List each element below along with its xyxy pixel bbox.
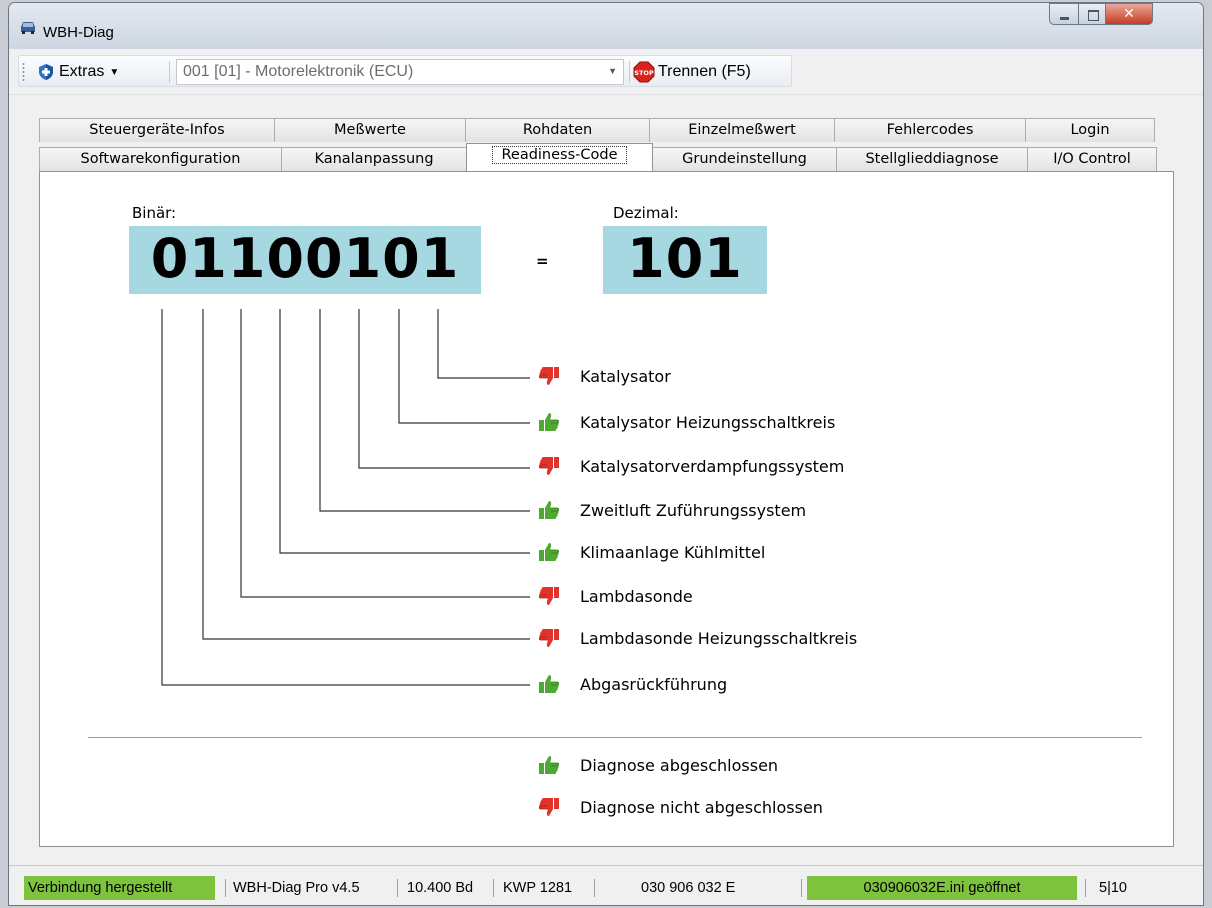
readiness-item-label: Lambdasonde [580,587,693,606]
connector-line [319,309,530,512]
readiness-item-label: Katalysatorverdampfungssystem [580,457,845,476]
readiness-item-label: Lambdasonde Heizungsschaltkreis [580,629,858,648]
connector-line [240,309,530,598]
tab-row-1: Steuergeräte-Infos Meßwerte Rohdaten Ein… [39,118,1155,142]
part-number-status: 030 906 032 E [641,880,736,896]
divider [88,737,1142,738]
extras-label: Extras [59,63,105,80]
thumbs-down-icon [538,798,559,816]
ecu-select[interactable]: 001 [01] - Motorelektronik (ECU) ▼ [176,59,624,85]
toolbar-separator [629,61,630,83]
tab-row-2: Softwarekonfiguration Kanalanpassung Rea… [39,143,1157,171]
baud-status: 10.400 Bd [407,880,474,896]
thumbs-up-icon [539,413,560,431]
connection-status: Verbindung hergestellt [24,876,215,900]
connector-line [398,309,530,424]
close-icon: ✕ [1123,6,1135,22]
thumbs-up-icon [539,543,560,561]
tab-login[interactable]: Login [1025,118,1155,142]
tab-fehlercodes[interactable]: Fehlercodes [834,118,1026,142]
tab-stellglieddiagnose[interactable]: Stellglieddiagnose [836,147,1028,171]
extras-menu-button[interactable]: Extras ▼ [33,59,123,85]
connector-line [279,309,530,554]
svg-text:STOP: STOP [634,69,654,77]
disconnect-label: Trennen (F5) [658,63,751,80]
thumbs-down-icon [538,457,559,475]
counter-status: 5|10 [1099,880,1127,896]
readiness-item-label: Katalysator Heizungsschaltkreis [580,413,836,432]
ecu-select-value: 001 [01] - Motorelektronik (ECU) [183,63,414,80]
tab-steuergeraete-infos[interactable]: Steuergeräte-Infos [39,118,275,142]
tab-rohdaten[interactable]: Rohdaten [465,118,650,142]
tab-kanalanpassung[interactable]: Kanalanpassung [281,147,467,171]
thumbs-up-icon [539,501,560,519]
chevron-down-icon: ▼ [109,66,120,78]
thumbs-down-icon [538,367,559,385]
connector-line [161,309,530,686]
file-status: 030906032E.ini geöffnet [807,876,1077,900]
status-separator [493,879,494,897]
toolbar-grip-icon[interactable] [22,62,25,82]
shield-icon [39,64,53,80]
connector-line [202,309,530,640]
tab-softwarekonfiguration[interactable]: Softwarekonfiguration [39,147,282,171]
title-bar: WBH-Diag ✕ [9,3,1203,49]
maximize-button[interactable] [1078,3,1106,25]
chevron-down-icon: ▼ [608,66,617,76]
toolbar-separator [169,61,170,83]
app-window: WBH-Diag ✕ Extras ▼ 001 [01] - Motorelek… [8,2,1204,906]
status-separator [225,879,226,897]
connector-line [437,309,530,379]
close-button[interactable]: ✕ [1105,3,1153,25]
readiness-panel: Binär: 01100101 = Dezimal: 101 Katalysat… [39,171,1174,847]
version-status: WBH-Diag Pro v4.5 [233,880,360,896]
window-title: WBH-Diag [43,24,114,41]
thumbs-down-icon [538,587,559,605]
connector-line [358,309,530,469]
legend-label-incomplete: Diagnose nicht abgeschlossen [580,798,823,817]
readiness-item-label: Zweitluft Zuführungssystem [580,501,807,520]
minimize-button[interactable] [1049,3,1079,25]
readiness-item-label: Katalysator [580,367,671,386]
status-separator [397,879,398,897]
readiness-item-label: Abgasrückführung [580,675,728,694]
status-separator [801,879,802,897]
protocol-status: KWP 1281 [503,880,573,896]
toolbar: Extras ▼ 001 [01] - Motorelektronik (ECU… [9,49,1203,95]
tab-readiness-code-label: Readiness-Code [492,146,627,164]
status-separator [594,879,595,897]
tab-io-control[interactable]: I/O Control [1027,147,1157,171]
readiness-item-label: Klimaanlage Kühlmittel [580,543,766,562]
disconnect-button[interactable]: STOP Trennen (F5) [633,59,751,85]
car-icon [21,22,35,34]
legend-label-complete: Diagnose abgeschlossen [580,756,779,775]
stop-icon: STOP [633,61,655,83]
tab-readiness-code[interactable]: Readiness-Code [466,143,653,171]
tab-einzelmesswert[interactable]: Einzelmeßwert [649,118,835,142]
bit-connector-lines [161,309,530,686]
thumbs-up-icon [539,675,560,693]
tab-messwerte[interactable]: Meßwerte [274,118,466,142]
status-separator [1085,879,1086,897]
thumbs-up-icon [539,756,560,774]
thumbs-down-icon [538,629,559,647]
toolbar-strip: Extras ▼ 001 [01] - Motorelektronik (ECU… [18,55,792,87]
tab-grundeinstellung[interactable]: Grundeinstellung [652,147,837,171]
status-bar: Verbindung hergestellt WBH-Diag Pro v4.5… [9,865,1203,905]
